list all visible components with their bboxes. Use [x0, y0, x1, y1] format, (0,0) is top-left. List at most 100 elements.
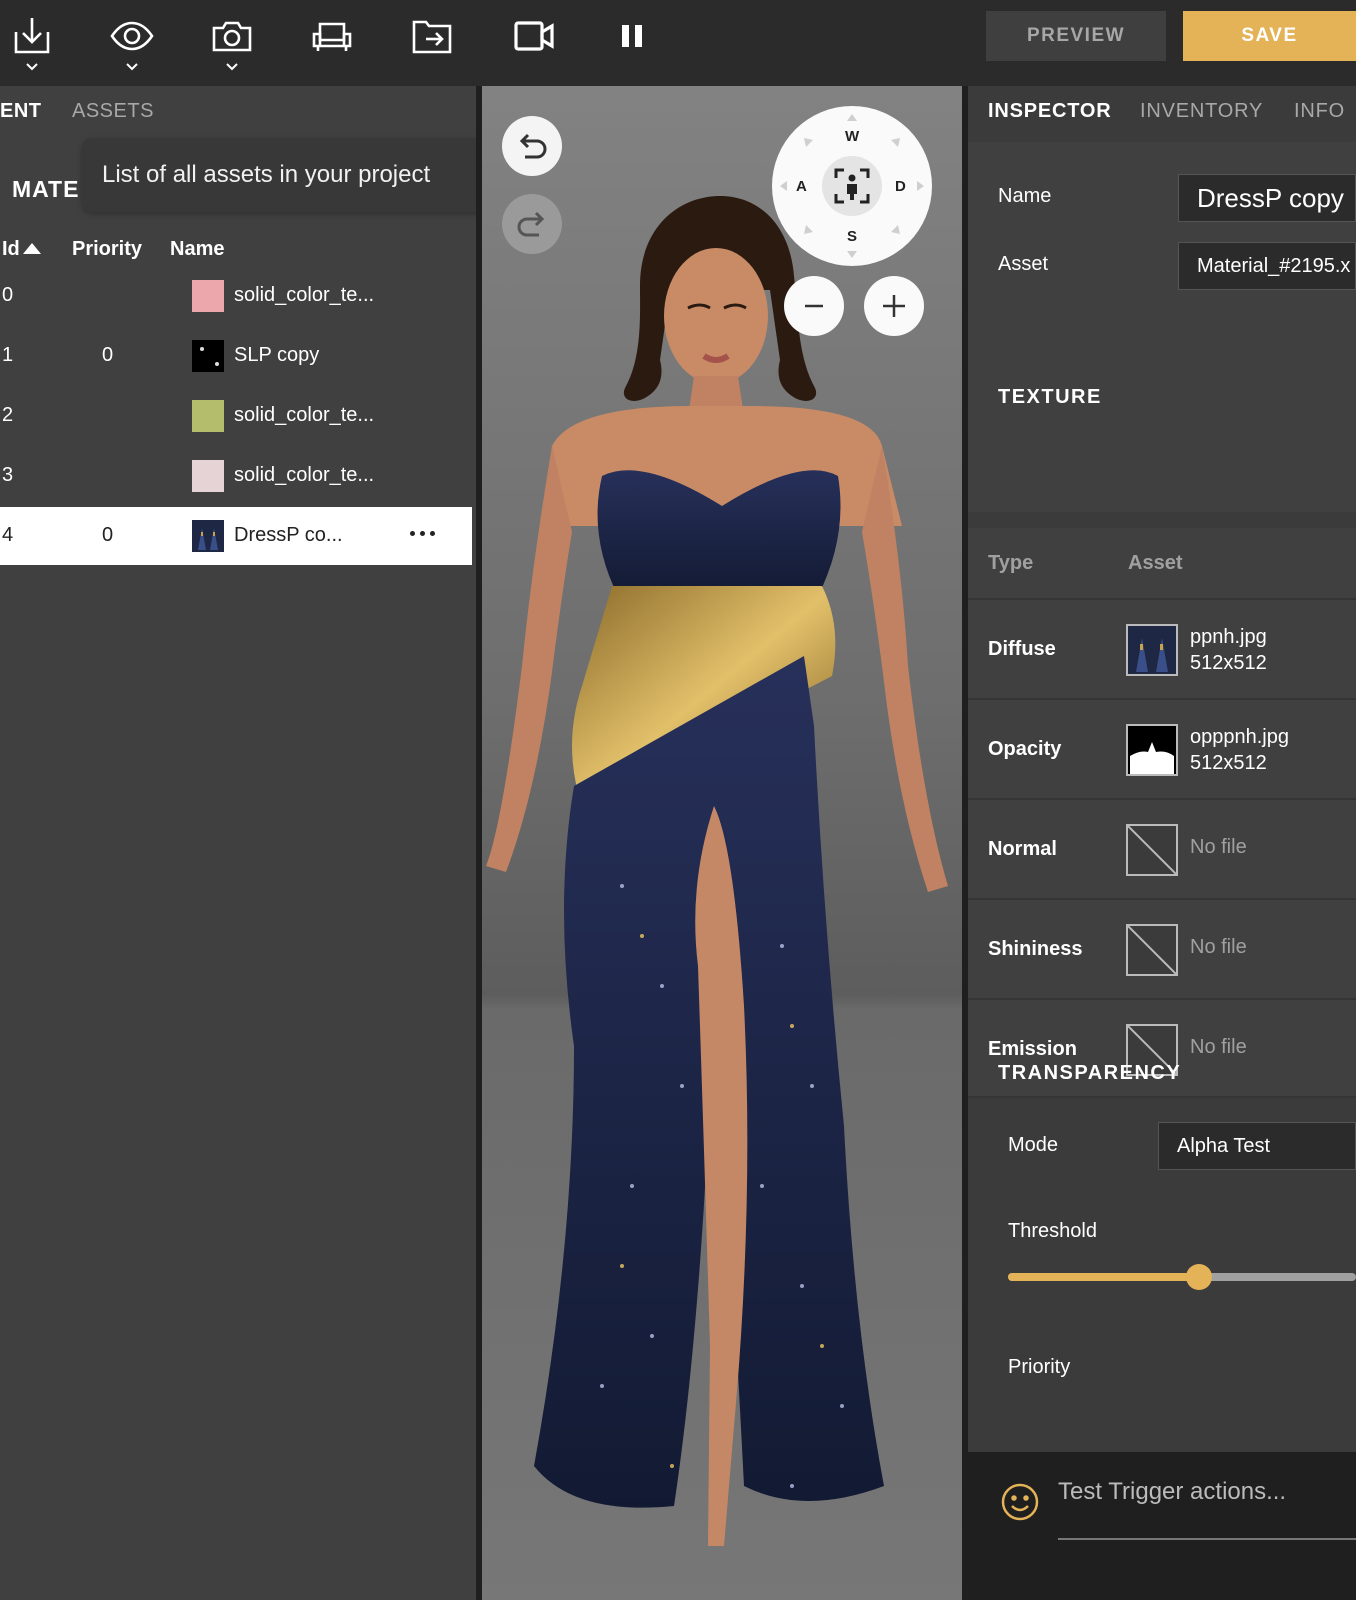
tab-info[interactable]: INFO: [1294, 100, 1345, 123]
more-options-icon[interactable]: [410, 531, 435, 536]
import-button[interactable]: [4, 14, 60, 74]
texture-filename: ppnh.jpg 512x512: [1190, 624, 1267, 676]
row-id: 3: [2, 464, 14, 486]
camera-icon: [212, 21, 252, 52]
texture-size: 512x512: [1190, 752, 1267, 774]
texture-row-diffuse[interactable]: Diffuse ppnh.jpg 512x512: [968, 598, 1356, 698]
tab-inventory[interactable]: INVENTORY: [1140, 100, 1263, 123]
focus-person-icon: [834, 168, 870, 204]
texture-thumbnail[interactable]: [1126, 624, 1178, 676]
camera-button[interactable]: [204, 14, 260, 74]
texture-thumbnail[interactable]: [1126, 724, 1178, 776]
no-file-label: No file: [1190, 1036, 1247, 1058]
left-panel: ENT ASSETS MATE List of all assets in yo…: [0, 86, 486, 1600]
table-row[interactable]: 3 solid_color_te...: [0, 447, 472, 505]
texture-type: Normal: [988, 838, 1057, 860]
table-row[interactable]: 0 solid_color_te...: [0, 267, 472, 325]
zoom-in-button[interactable]: [864, 276, 924, 336]
trigger-actions-bar: Test Trigger actions...: [968, 1452, 1356, 1600]
pause-button[interactable]: [604, 14, 660, 74]
eye-icon: [110, 21, 154, 51]
texture-type: Emission: [988, 1038, 1077, 1060]
texture-thumbnail: [192, 520, 224, 552]
row-name: SLP copy: [234, 344, 320, 366]
tab-inspector[interactable]: INSPECTOR: [988, 100, 1112, 123]
texture-col-type: Type: [988, 552, 1034, 574]
smiley-icon[interactable]: [1000, 1482, 1040, 1522]
chevron-down-icon: [26, 63, 38, 71]
asset-field[interactable]: Material_#2195.x: [1178, 242, 1356, 290]
table-row[interactable]: 1 0 SLP copy: [0, 327, 472, 385]
export-folder-icon: [412, 20, 452, 54]
name-input[interactable]: DressP copy: [1178, 174, 1356, 222]
top-toolbar: PREVIEW SAVE: [0, 0, 1356, 86]
color-swatch: [192, 460, 224, 492]
tab-assets[interactable]: ASSETS: [72, 100, 154, 123]
slider-fill: [1008, 1273, 1199, 1281]
slider-knob[interactable]: [1186, 1264, 1212, 1290]
camera-compass[interactable]: W A D S: [772, 106, 932, 266]
column-priority[interactable]: Priority: [72, 238, 142, 261]
texture-col-asset: Asset: [1128, 552, 1183, 574]
undo-button[interactable]: [502, 116, 562, 176]
trigger-actions-input[interactable]: Test Trigger actions...: [1058, 1478, 1286, 1506]
empty-texture-icon[interactable]: [1126, 824, 1178, 876]
undo-icon: [519, 133, 547, 159]
pause-icon: [622, 25, 642, 47]
texture-file: ppnh.jpg: [1190, 626, 1267, 648]
record-video-button[interactable]: [506, 14, 562, 74]
row-id: 0: [2, 284, 14, 306]
input-underline: [1058, 1538, 1356, 1540]
assets-tooltip: List of all assets in your project: [82, 138, 486, 212]
tab-placement[interactable]: ENT: [0, 100, 42, 123]
texture-file: opppnh.jpg: [1190, 726, 1289, 748]
color-swatch: [192, 280, 224, 312]
texture-thumbnail: [192, 340, 224, 372]
zoom-out-button[interactable]: [784, 276, 844, 336]
row-id: 4: [2, 524, 14, 546]
empty-texture-icon[interactable]: [1126, 924, 1178, 976]
column-name[interactable]: Name: [170, 238, 224, 261]
import-icon: [14, 18, 50, 54]
transparency-section-title: TRANSPARENCY: [998, 1062, 1182, 1084]
view-button[interactable]: [104, 14, 160, 74]
inspector-tabs: INSPECTOR INVENTORY INFO: [968, 86, 1356, 142]
no-file-label: No file: [1190, 836, 1247, 858]
threshold-label: Threshold: [1008, 1220, 1097, 1242]
redo-icon: [517, 211, 545, 237]
3d-viewport[interactable]: W A D S: [482, 86, 962, 1600]
recenter-camera-button[interactable]: [822, 156, 882, 216]
preview-button[interactable]: PREVIEW: [986, 11, 1166, 61]
texture-type: Shininess: [988, 938, 1083, 960]
texture-row-opacity[interactable]: Opacity opppnh.jpg 512x512: [968, 698, 1356, 798]
chevron-down-icon: [226, 63, 238, 71]
texture-type: Diffuse: [988, 638, 1056, 660]
sort-ascending-icon: [22, 243, 41, 254]
materials-title: MATE: [12, 176, 80, 202]
redo-button[interactable]: [502, 194, 562, 254]
save-button[interactable]: SAVE: [1183, 11, 1356, 61]
mode-label: Mode: [1008, 1134, 1059, 1156]
column-id[interactable]: Id: [2, 238, 41, 261]
threshold-slider[interactable]: [1008, 1262, 1356, 1292]
chevron-down-icon: [126, 63, 138, 71]
video-camera-icon: [514, 21, 554, 51]
no-file-label: No file: [1190, 936, 1247, 958]
texture-section-title: TEXTURE: [998, 386, 1102, 408]
export-button[interactable]: [404, 14, 460, 74]
table-row-selected[interactable]: 4 0 DressP co...: [0, 507, 472, 565]
texture-row-shininess[interactable]: Shininess No file: [968, 898, 1356, 998]
left-tabs: ENT ASSETS: [0, 86, 476, 138]
furniture-button[interactable]: [304, 14, 360, 74]
mode-select[interactable]: Alpha Test: [1158, 1122, 1356, 1170]
texture-table-header: Type Asset: [968, 528, 1356, 598]
row-priority: 0: [102, 524, 114, 546]
row-priority: 0: [102, 344, 114, 366]
column-id-label: Id: [2, 238, 20, 260]
table-row[interactable]: 2 solid_color_te...: [0, 387, 472, 445]
furniture-icon: [312, 22, 352, 51]
color-swatch: [192, 400, 224, 432]
texture-row-normal[interactable]: Normal No file: [968, 798, 1356, 898]
inspector-panel: INSPECTOR INVENTORY INFO Name DressP cop…: [968, 86, 1356, 1600]
name-label: Name: [998, 185, 1052, 207]
